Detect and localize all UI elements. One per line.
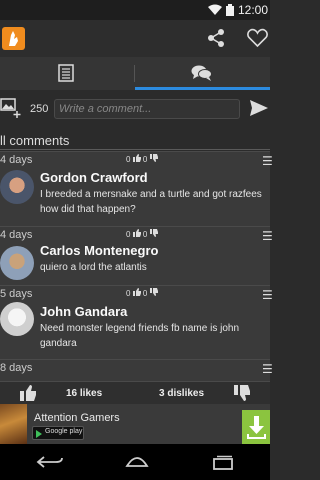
comment-dislike-count: 0 — [142, 230, 148, 239]
ad-banner[interactable]: Attention Gamers Google play — [0, 404, 270, 444]
download-icon — [247, 416, 266, 439]
action-bar — [0, 20, 270, 57]
comment-menu-icon[interactable]: ☰ — [262, 288, 273, 302]
comments-header-label: ll comments — [0, 133, 70, 148]
comment-menu-icon[interactable]: ☰ — [262, 362, 273, 376]
dislikes-count: 3 dislikes — [159, 388, 205, 399]
comment-votes: 0 0 — [126, 154, 158, 164]
google-play-badge[interactable]: Google play — [32, 426, 84, 440]
active-tab-indicator — [135, 87, 270, 90]
comment-dislike-count: 0 — [142, 155, 148, 164]
document-icon — [58, 64, 74, 82]
comment-text: quiero a lord the atlantis — [40, 262, 147, 273]
google-play-icon — [36, 430, 42, 438]
comment-composer: 250 Write a comment... — [0, 92, 270, 126]
comment-like-count: 0 — [126, 230, 131, 239]
comment-item: 8 days ☰ — [0, 359, 273, 381]
app-screen: 12:00 250 Write a comment... ll comments… — [0, 0, 273, 480]
battery-icon — [226, 4, 234, 16]
reaction-bar: 16 likes 3 dislikes — [0, 381, 270, 404]
comment-votes: 0 0 — [126, 229, 158, 239]
char-count: 250 — [30, 103, 49, 115]
thumb-down-icon[interactable] — [149, 288, 158, 296]
share-icon[interactable] — [206, 28, 226, 48]
commenter-name: Gordon Crawford — [40, 170, 148, 185]
thumb-down-icon[interactable] — [234, 385, 250, 401]
home-icon[interactable] — [123, 454, 151, 470]
tab-comments[interactable] — [135, 57, 270, 90]
thumb-down-icon[interactable] — [149, 154, 158, 162]
comment-item: 4 days 0 0 ☰ Gordon Crawford I breeded a… — [0, 151, 273, 226]
comment-item: 5 days 0 0 ☰ John Gandara Need monster l… — [0, 285, 273, 359]
comments-header: ll comments — [0, 130, 270, 150]
heart-icon[interactable] — [247, 28, 268, 48]
commenter-name: Carlos Montenegro — [40, 243, 159, 258]
tab-bar — [0, 57, 270, 90]
google-play-label: Google play — [45, 428, 83, 435]
status-bar: 12:00 — [0, 0, 270, 20]
comment-text-content: I breeded a mersnake and a turtle and go… — [40, 189, 262, 215]
thumb-up-icon[interactable] — [132, 154, 141, 162]
comment-age: 8 days — [0, 362, 33, 374]
avatar — [0, 246, 34, 280]
chat-bubbles-icon — [191, 65, 212, 81]
recent-apps-icon[interactable] — [210, 455, 236, 471]
system-nav-bar — [0, 444, 270, 480]
comment-text: Need monster legend friends fb name is j… — [40, 323, 240, 349]
comment-like-count: 0 — [126, 155, 131, 164]
ad-image — [0, 404, 27, 444]
comment-text: I breeded a mersnake and a turtle and go… — [40, 187, 270, 217]
comment-menu-icon[interactable]: ☰ — [262, 229, 273, 243]
wifi-icon — [208, 4, 222, 15]
comment-dislike-count: 0 — [142, 289, 148, 298]
ad-title: Attention Gamers — [34, 412, 120, 424]
commenter-name: John Gandara — [40, 304, 128, 319]
download-button[interactable] — [242, 410, 270, 444]
thumb-up-icon[interactable] — [20, 385, 36, 401]
comment-input[interactable]: Write a comment... — [54, 99, 240, 119]
tab-details[interactable] — [0, 57, 135, 90]
comment-age: 4 days — [0, 229, 33, 241]
thumb-up-icon[interactable] — [132, 288, 141, 296]
send-icon[interactable] — [250, 100, 268, 116]
comment-votes: 0 0 — [126, 288, 158, 298]
status-time: 12:00 — [237, 3, 268, 17]
comment-age: 5 days — [0, 288, 33, 300]
comment-age: 4 days — [0, 154, 33, 166]
thumb-up-icon[interactable] — [132, 229, 141, 237]
app-logo[interactable] — [2, 27, 25, 50]
likes-count: 16 likes — [66, 388, 103, 399]
add-image-icon[interactable] — [0, 96, 22, 120]
thumb-down-icon[interactable] — [149, 229, 158, 237]
comment-menu-icon[interactable]: ☰ — [262, 154, 273, 168]
avatar — [0, 302, 34, 336]
app-logo-icon — [9, 31, 18, 46]
comment-item: 4 days 0 0 ☰ Carlos Montenegro quiero a … — [0, 226, 273, 285]
avatar — [0, 170, 34, 204]
back-icon[interactable] — [36, 454, 64, 470]
comment-like-count: 0 — [126, 289, 131, 298]
header-divider — [0, 149, 270, 150]
